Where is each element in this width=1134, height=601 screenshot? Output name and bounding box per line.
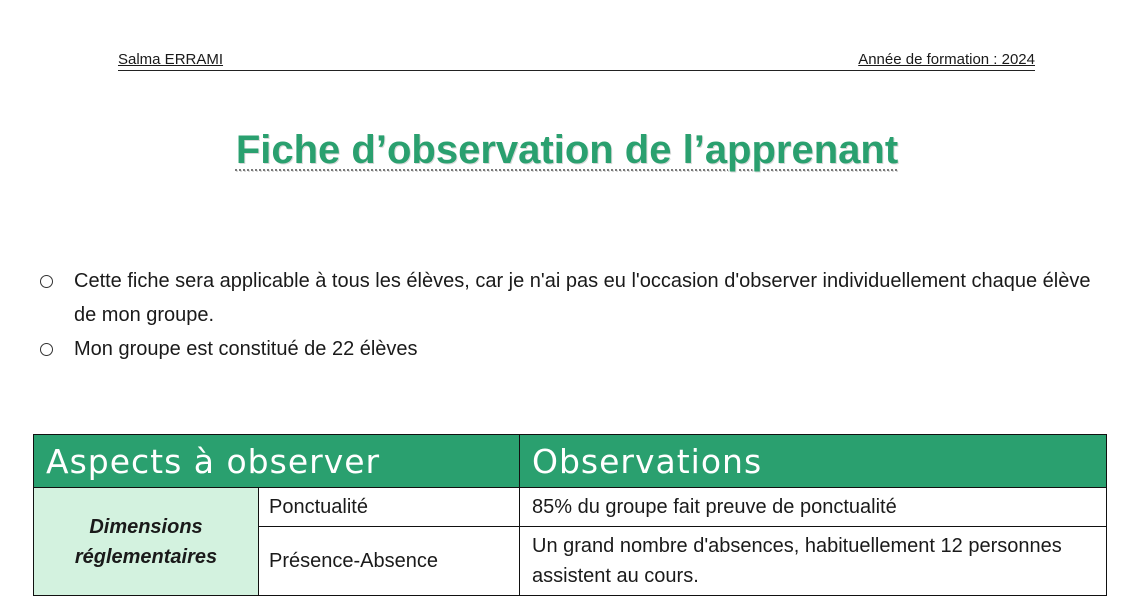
observation-cell: 85% du groupe fait preuve de ponctualité (519, 487, 1107, 527)
table-header-row: Aspects à observer Observations (33, 434, 1107, 488)
header-aspects: Aspects à observer (33, 434, 520, 488)
dimension-cell: Dimensions réglementaires (33, 487, 259, 596)
list-item: Mon groupe est constitué de 22 élèves (40, 332, 1100, 366)
observation-cell: Un grand nombre d'absences, habituelleme… (519, 526, 1107, 596)
list-item-text: Cette fiche sera applicable à tous les é… (74, 270, 1091, 326)
table-row: Dimensions réglementaires Ponctualité 85… (33, 487, 1107, 596)
list-item-text: Mon groupe est constitué de 22 élèves (74, 338, 418, 360)
intro-list: Cette fiche sera applicable à tous les é… (40, 264, 1100, 366)
header-observations: Observations (519, 434, 1107, 488)
page-header: Salma ERRAMI Année de formation : 2024 (118, 48, 1035, 71)
criterion-cell: Présence-Absence (258, 526, 520, 596)
circle-bullet-icon (40, 275, 53, 288)
list-item: Cette fiche sera applicable à tous les é… (40, 264, 1100, 332)
circle-bullet-icon (40, 343, 53, 356)
author-name: Salma ERRAMI (118, 51, 224, 68)
observation-table: Aspects à observer Observations Dimensio… (33, 434, 1107, 596)
training-year: Année de formation : 2024 (858, 51, 1035, 68)
criterion-cell: Ponctualité (258, 487, 520, 527)
page-title: Fiche d’observation de l’apprenant (235, 128, 899, 172)
